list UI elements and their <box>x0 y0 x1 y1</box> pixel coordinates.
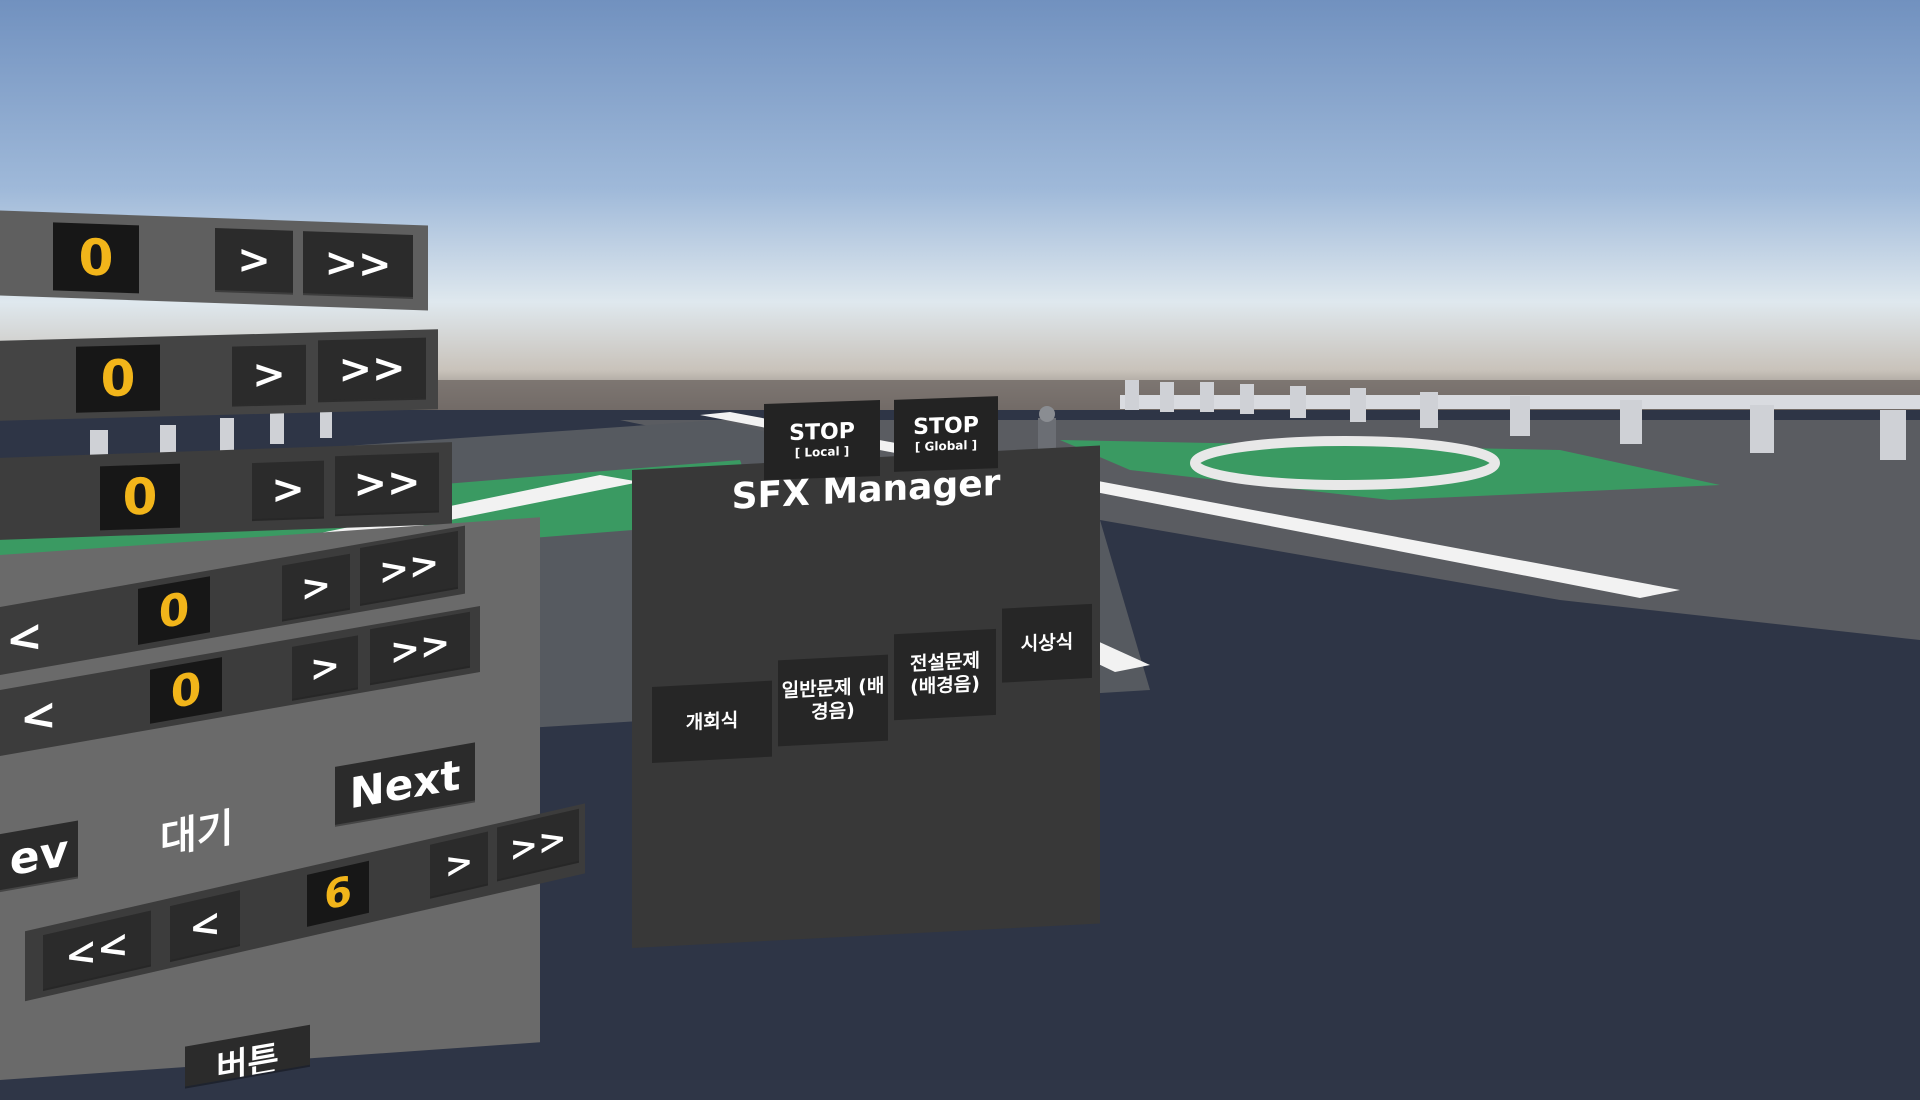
balustrade-post <box>1240 384 1254 414</box>
sfx-general-question-button[interactable]: 일반문제 (배경음) <box>778 654 888 747</box>
fast-forward-button[interactable]: >> <box>370 611 470 684</box>
sfx-legendary-question-button[interactable]: 전설문제 (배경음) <box>894 628 996 721</box>
balustrade-post <box>1290 386 1306 418</box>
round-row: << < 6 > >> <box>25 803 585 1002</box>
sfx-awards-ceremony-button[interactable]: 시상식 <box>1002 603 1092 683</box>
fast-forward-button[interactable]: >> <box>303 231 413 297</box>
balustrade-post <box>1620 400 1642 444</box>
score-display: 0 <box>100 463 180 531</box>
stop-local-sublabel: [ Local ] <box>794 444 850 460</box>
prev-button[interactable]: < <box>20 688 57 745</box>
score-display: 0 <box>150 657 222 724</box>
next-button[interactable]: > <box>252 460 324 520</box>
score-display: 0 <box>138 576 210 645</box>
balustrade-post <box>1750 405 1774 453</box>
stop-local-label: STOP <box>789 418 855 447</box>
balustrade-post <box>1350 388 1366 422</box>
stop-global-button[interactable]: STOP [ Global ] <box>894 396 998 472</box>
round-display: 6 <box>307 860 369 927</box>
scoreboard-strip: 0 > >> <box>0 329 438 421</box>
next-button[interactable]: > <box>282 553 350 620</box>
balustrade-post-left <box>320 408 332 438</box>
prev-button[interactable]: < <box>6 609 43 666</box>
next-button[interactable]: > <box>215 228 293 293</box>
balustrade-post <box>1200 382 1214 412</box>
balustrade-post <box>1160 382 1174 412</box>
sfx-opening-ceremony-button[interactable]: 개회식 <box>652 680 772 763</box>
stop-global-label: STOP <box>913 412 979 441</box>
prev-round-button[interactable]: ev <box>0 820 78 891</box>
scoreboard-strip: 0 > >> <box>0 210 428 311</box>
score-display: 0 <box>53 222 139 294</box>
fast-forward-button[interactable]: >> <box>497 808 579 880</box>
stop-local-button[interactable]: STOP [ Local ] <box>764 399 880 481</box>
control-panel: < 0 > >> < 0 > >> ev 대기 Next << < 6 > >>… <box>0 517 585 1087</box>
balustrade-post <box>1420 392 1438 428</box>
fast-forward-button[interactable]: >> <box>360 530 458 604</box>
next-button[interactable]: > <box>430 831 488 897</box>
balustrade-post <box>1125 380 1139 410</box>
robot-head <box>1039 406 1055 422</box>
next-button[interactable]: > <box>232 344 306 405</box>
next-round-button[interactable]: Next <box>335 742 475 825</box>
status-label: 대기 <box>160 804 234 864</box>
balustrade-post-left <box>270 412 284 444</box>
balustrade-post <box>1880 410 1906 460</box>
fast-forward-button[interactable]: >> <box>335 452 439 515</box>
balustrade-post <box>1510 396 1530 436</box>
scoreboard-strip: 0 > >> <box>0 442 452 540</box>
score-display: 0 <box>76 344 160 413</box>
prev-button[interactable]: < <box>170 890 240 961</box>
rewind-button[interactable]: << <box>43 910 151 990</box>
balustrade-post-left <box>220 418 234 452</box>
stop-global-sublabel: [ Global ] <box>914 437 978 455</box>
fast-forward-button[interactable]: >> <box>318 337 426 401</box>
sfx-manager-panel: SFX Manager 개회식 일반문제 (배경음) 전설문제 (배경음) 시상… <box>632 445 1100 948</box>
next-button[interactable]: > <box>292 635 358 699</box>
